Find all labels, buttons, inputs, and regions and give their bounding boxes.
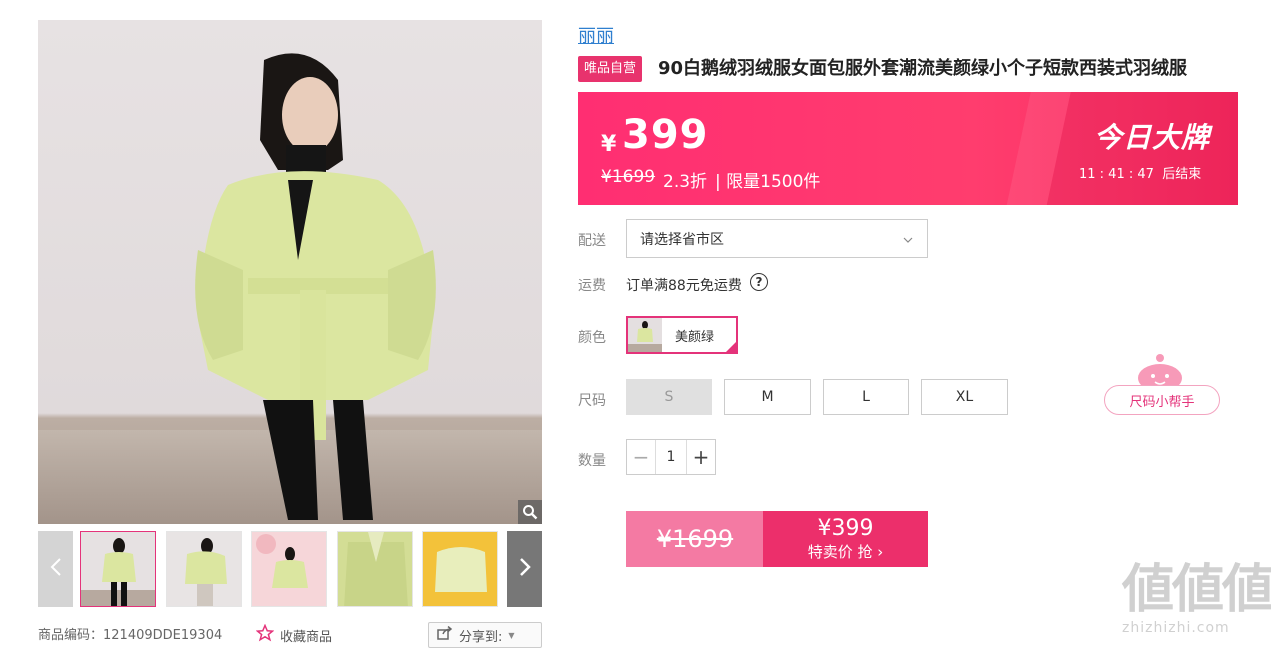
help-icon[interactable]: ? — [750, 273, 768, 291]
countdown-suffix: 后结束 — [1162, 167, 1202, 182]
sale-price: 399 — [622, 112, 709, 158]
original-price-button[interactable]: ¥1699 — [626, 511, 764, 567]
favorite-button[interactable]: 收藏商品 — [255, 623, 333, 646]
share-label: 分享到: — [459, 629, 503, 645]
self-operated-badge: 唯品自营 — [578, 56, 643, 82]
plus-icon[interactable]: + — [687, 440, 715, 474]
watermark-site: zhizhizhi.com — [1122, 620, 1230, 636]
region-placeholder: 请选择省市区 — [640, 231, 724, 248]
share-button[interactable]: 分享到: ▼ — [428, 622, 542, 648]
thumbnail-2[interactable] — [166, 531, 242, 607]
product-title: 90白鹅绒羽绒服女面包服外套潮流美颜绿小个子短款西装式羽绒服 — [658, 58, 1188, 79]
site-watermark: 値値値 zhizhizhi.com — [1122, 560, 1271, 640]
price-banner: ¥ 399 ¥1699 2.3折 | 限量1500件 今日大牌 11 : 41 … — [578, 92, 1238, 205]
thumbnail-prev-button[interactable] — [38, 531, 73, 607]
main-product-image[interactable] — [38, 20, 542, 524]
size-option-l[interactable]: L — [823, 379, 909, 415]
region-select[interactable]: 请选择省市区 — [626, 219, 928, 258]
sku-code: 商品编码：121409DDE19304 — [38, 624, 222, 643]
separator: | — [715, 172, 721, 192]
thumbnail-1[interactable] — [80, 531, 156, 607]
delivery-label: 配送 — [578, 233, 606, 249]
thumbnail-3[interactable] — [251, 531, 327, 607]
discount-rate: 2.3折 — [663, 172, 708, 192]
chevron-down-icon — [903, 231, 913, 247]
star-icon — [255, 623, 275, 646]
countdown-time: 11 : 41 : 47 — [1079, 167, 1154, 182]
color-label: 颜色 — [578, 330, 606, 346]
thumbnail-4[interactable] — [337, 531, 413, 607]
size-option-xl[interactable]: XL — [921, 379, 1008, 415]
watermark-glyphs: 値値値 — [1122, 560, 1271, 620]
share-icon — [437, 625, 453, 644]
original-price: ¥1699 — [601, 167, 656, 187]
quantity-stepper: − 1 + — [626, 439, 716, 475]
brand-link[interactable]: 丽丽 — [578, 22, 614, 48]
buy-action-label: 特卖价 抢 › — [807, 543, 884, 561]
size-helper-button[interactable]: 尺码小帮手 — [1104, 352, 1222, 416]
selected-check-icon — [724, 340, 738, 354]
stock-limit: | 限量1500件 — [715, 167, 820, 192]
sku-label: 商品编码： — [38, 628, 104, 643]
chevron-left-icon — [50, 557, 62, 581]
color-option-label: 美颜绿 — [675, 329, 715, 345]
event-name: 今日大牌 — [1094, 121, 1211, 154]
size-helper-label: 尺码小帮手 — [1104, 385, 1220, 415]
thumbnail-5[interactable] — [422, 531, 498, 607]
limit-text: 限量1500件 — [726, 172, 821, 192]
quantity-value[interactable]: 1 — [655, 440, 687, 474]
magnifier-icon[interactable] — [518, 500, 542, 524]
quantity-label: 数量 — [578, 453, 606, 469]
sku-value: 121409DDE19304 — [103, 628, 223, 643]
countdown-timer: 11 : 41 : 47 后结束 — [1079, 163, 1201, 182]
currency-symbol: ¥ — [601, 132, 617, 157]
minus-icon[interactable]: − — [627, 440, 655, 474]
size-option-s[interactable]: S — [626, 379, 712, 415]
shipping-text: 订单满88元免运费 — [626, 278, 742, 294]
model-photo — [195, 53, 436, 520]
caret-down-icon: ▼ — [508, 630, 515, 640]
buy-price: ¥399 — [817, 516, 874, 541]
size-label: 尺码 — [578, 393, 606, 409]
size-option-m[interactable]: M — [724, 379, 811, 415]
thumbnail-next-button[interactable] — [507, 531, 542, 607]
color-option-selected[interactable]: 美颜绿 — [626, 316, 738, 354]
color-swatch — [628, 318, 662, 352]
chevron-right-icon — [519, 557, 531, 581]
shipping-label: 运费 — [578, 278, 606, 294]
favorite-label: 收藏商品 — [280, 629, 333, 645]
buy-now-button[interactable]: ¥399 特卖价 抢 › — [763, 511, 928, 567]
